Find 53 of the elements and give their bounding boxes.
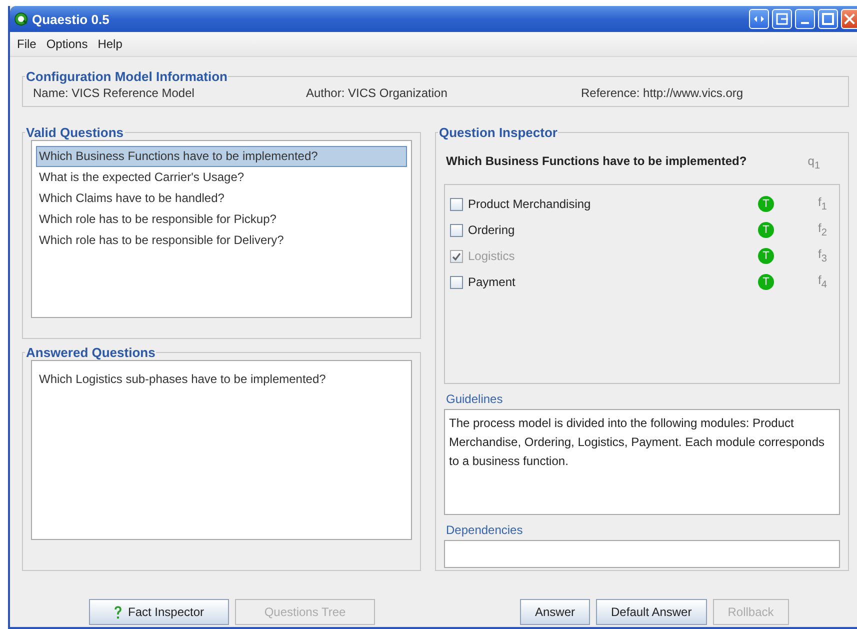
checkbox[interactable] bbox=[450, 276, 463, 288]
info-label: Author: VICS Organization bbox=[306, 86, 448, 100]
question-text: Which Business Functions have to be implemented? bbox=[446, 154, 747, 170]
minimize-button[interactable] bbox=[795, 9, 815, 29]
value-badge: T bbox=[758, 248, 774, 264]
fact-id: f$_{4}$ bbox=[818, 273, 827, 291]
exit-button[interactable] bbox=[772, 9, 792, 29]
list-item[interactable]: Which Logistics sub-phases have to be implemented? bbox=[36, 369, 407, 390]
button[interactable]: Fact Inspector bbox=[89, 599, 229, 625]
section-label: Dependencies bbox=[446, 523, 524, 537]
guidelines-text: The process model is divided into the following modules: Product Merchandise, Ordering, Logistics, Payment. Each module corresponds to a business function. bbox=[444, 409, 840, 515]
close-button[interactable] bbox=[841, 9, 857, 29]
checkbox-label: Ordering bbox=[468, 223, 516, 237]
close-icon bbox=[842, 11, 857, 27]
group-title: Answered Questions bbox=[25, 345, 156, 360]
checkbox-label: Logistics bbox=[468, 249, 516, 263]
menu-item[interactable]: Options bbox=[42, 37, 92, 51]
button[interactable]: Answer bbox=[520, 599, 590, 625]
info-label: Reference: http://www.vics.org bbox=[581, 86, 744, 100]
maximize-button[interactable] bbox=[818, 9, 838, 29]
list-item[interactable]: Which role has to be responsible for Delivery? bbox=[36, 230, 407, 251]
button[interactable]: Default Answer bbox=[596, 599, 707, 625]
question-id: q$_{1}$ bbox=[808, 154, 820, 174]
menu-item[interactable]: Help bbox=[94, 37, 126, 51]
group-title: Question Inspector bbox=[438, 125, 558, 140]
app-logo-icon bbox=[14, 12, 28, 26]
group-title: Configuration Model Information bbox=[25, 69, 228, 84]
minimize-icon bbox=[801, 22, 809, 24]
fact-id: f$_{1}$ bbox=[818, 195, 827, 213]
value-badge: T bbox=[758, 196, 774, 212]
checkbox-label: Product Merchandising bbox=[468, 197, 592, 211]
value-badge: T bbox=[758, 274, 774, 290]
window-title: Quaestio 0.5 bbox=[32, 12, 110, 26]
fact-id: f$_{2}$ bbox=[818, 221, 827, 239]
info-label: Name: VICS Reference Model bbox=[33, 86, 196, 100]
checkbox[interactable] bbox=[450, 198, 463, 210]
list-item[interactable]: Which role has to be responsible for Pickup? bbox=[36, 209, 407, 230]
button: Questions Tree bbox=[235, 599, 375, 625]
list-item[interactable]: Which Business Functions have to be implemented? bbox=[36, 146, 407, 167]
button: Rollback bbox=[712, 599, 789, 625]
list-item[interactable]: What is the expected Carrier's Usage? bbox=[36, 167, 407, 188]
maximize-icon bbox=[820, 11, 836, 27]
dependencies-field[interactable] bbox=[444, 540, 840, 568]
checkbox[interactable] bbox=[450, 224, 463, 236]
fact-id: f$_{3}$ bbox=[818, 247, 827, 265]
list-item[interactable]: Which Claims have to be handled? bbox=[36, 188, 407, 209]
group-title: Valid Questions bbox=[25, 125, 125, 140]
section-label: Guidelines bbox=[446, 392, 504, 406]
checkbox-label: Payment bbox=[468, 275, 516, 289]
value-badge: T bbox=[758, 222, 774, 238]
exit-icon bbox=[774, 11, 790, 27]
restore-arrows-button[interactable] bbox=[749, 9, 769, 29]
menu-item[interactable]: File bbox=[13, 37, 40, 51]
